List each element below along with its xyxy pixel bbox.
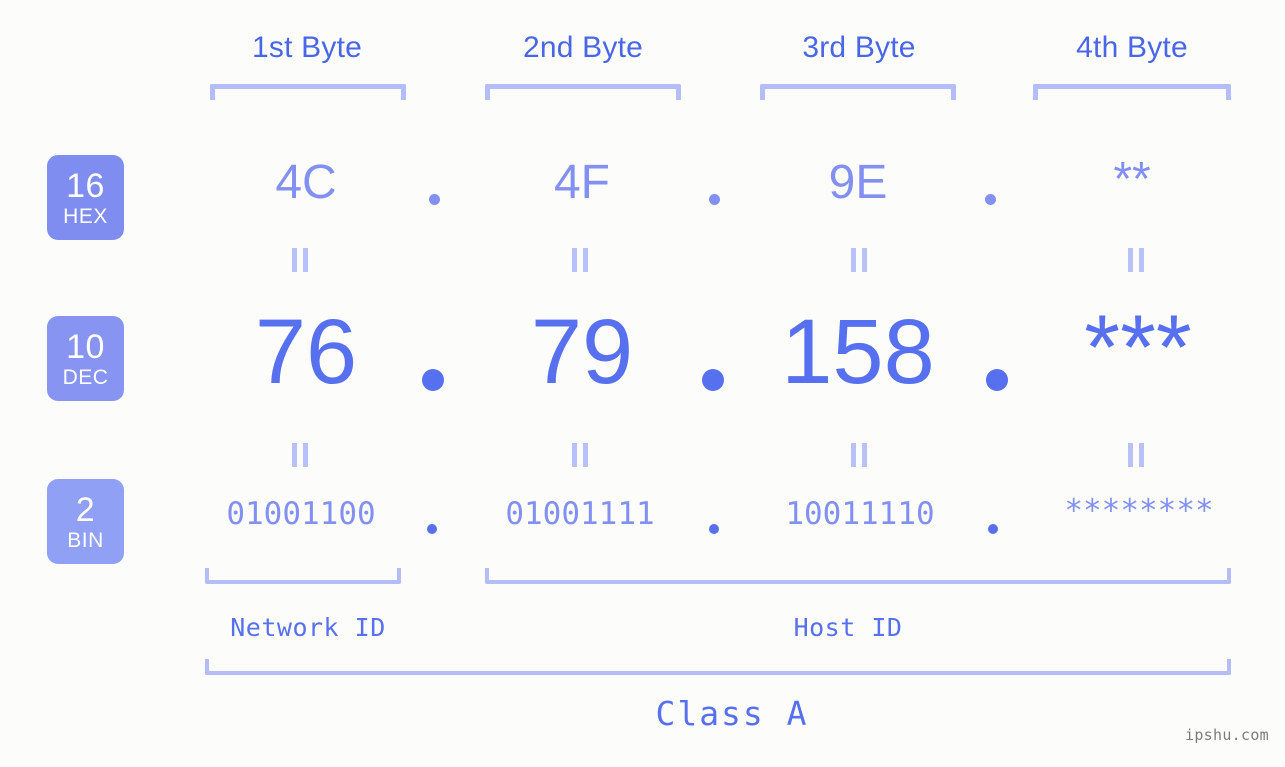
equals-mark-dec-bin-1 <box>290 443 312 467</box>
hex-value-byte-1: 4C <box>275 156 337 209</box>
byte-bracket-top-2 <box>485 84 681 100</box>
base-badge-bin-number: 2 <box>75 490 96 529</box>
base-badge-bin: 2 BIN <box>47 479 124 564</box>
hex-separator-dot-2 <box>709 194 720 205</box>
hex-separator-dot-1 <box>429 194 440 205</box>
class-label: Class A <box>655 694 809 733</box>
hex-value-byte-2: 4F <box>553 156 610 209</box>
equals-mark-dec-bin-4 <box>1126 443 1148 467</box>
equals-mark-dec-bin-3 <box>849 443 871 467</box>
network-id-bracket <box>205 568 401 584</box>
hex-value-byte-4: ** <box>1113 153 1151 206</box>
dec-value-byte-1: 76 <box>254 301 358 403</box>
dec-separator-dot-1 <box>422 369 444 391</box>
base-badge-dec-number: 10 <box>66 327 105 366</box>
equals-mark-dec-bin-2 <box>570 443 592 467</box>
base-badge-hex: 16 HEX <box>47 155 124 240</box>
base-badge-hex-number: 16 <box>66 166 105 205</box>
site-watermark: ipshu.com <box>1185 726 1269 744</box>
dec-value-byte-2: 79 <box>530 301 634 403</box>
equals-mark-hex-dec-3 <box>849 248 871 272</box>
byte-bracket-top-1 <box>210 84 406 100</box>
equals-mark-hex-dec-2 <box>570 248 592 272</box>
dec-separator-dot-3 <box>986 369 1008 391</box>
bin-separator-dot-1 <box>427 524 437 534</box>
bin-separator-dot-3 <box>988 524 998 534</box>
byte-header-3: 3rd Byte <box>802 31 916 64</box>
bin-value-byte-4: ******** <box>1064 493 1214 529</box>
base-badge-hex-abbr: HEX <box>63 204 108 228</box>
base-badge-dec: 10 DEC <box>47 316 124 401</box>
bin-separator-dot-2 <box>709 524 719 534</box>
hex-value-byte-3: 9E <box>828 156 888 209</box>
bin-value-byte-1: 01001100 <box>226 496 376 532</box>
dec-value-byte-3: 158 <box>781 301 935 403</box>
bin-value-byte-2: 01001111 <box>505 496 655 532</box>
host-id-label: Host ID <box>793 613 903 642</box>
hex-separator-dot-3 <box>985 194 996 205</box>
byte-header-1: 1st Byte <box>252 31 362 64</box>
equals-mark-hex-dec-1 <box>290 248 312 272</box>
byte-bracket-top-4 <box>1033 84 1231 100</box>
base-badge-dec-abbr: DEC <box>62 365 109 389</box>
bin-value-byte-3: 10011110 <box>785 496 935 532</box>
byte-header-4: 4th Byte <box>1076 31 1188 64</box>
class-bracket <box>205 659 1231 675</box>
byte-bracket-top-3 <box>760 84 956 100</box>
byte-header-2: 2nd Byte <box>522 31 644 64</box>
equals-mark-hex-dec-4 <box>1126 248 1148 272</box>
host-id-bracket <box>485 568 1231 584</box>
ip-address-breakdown-diagram: 1st Byte 2nd Byte 3rd Byte 4th Byte 16 H… <box>0 0 1285 767</box>
network-id-label: Network ID <box>230 613 386 642</box>
dec-value-byte-4: *** <box>1084 297 1192 399</box>
base-badge-bin-abbr: BIN <box>67 528 104 552</box>
dec-separator-dot-2 <box>702 369 724 391</box>
